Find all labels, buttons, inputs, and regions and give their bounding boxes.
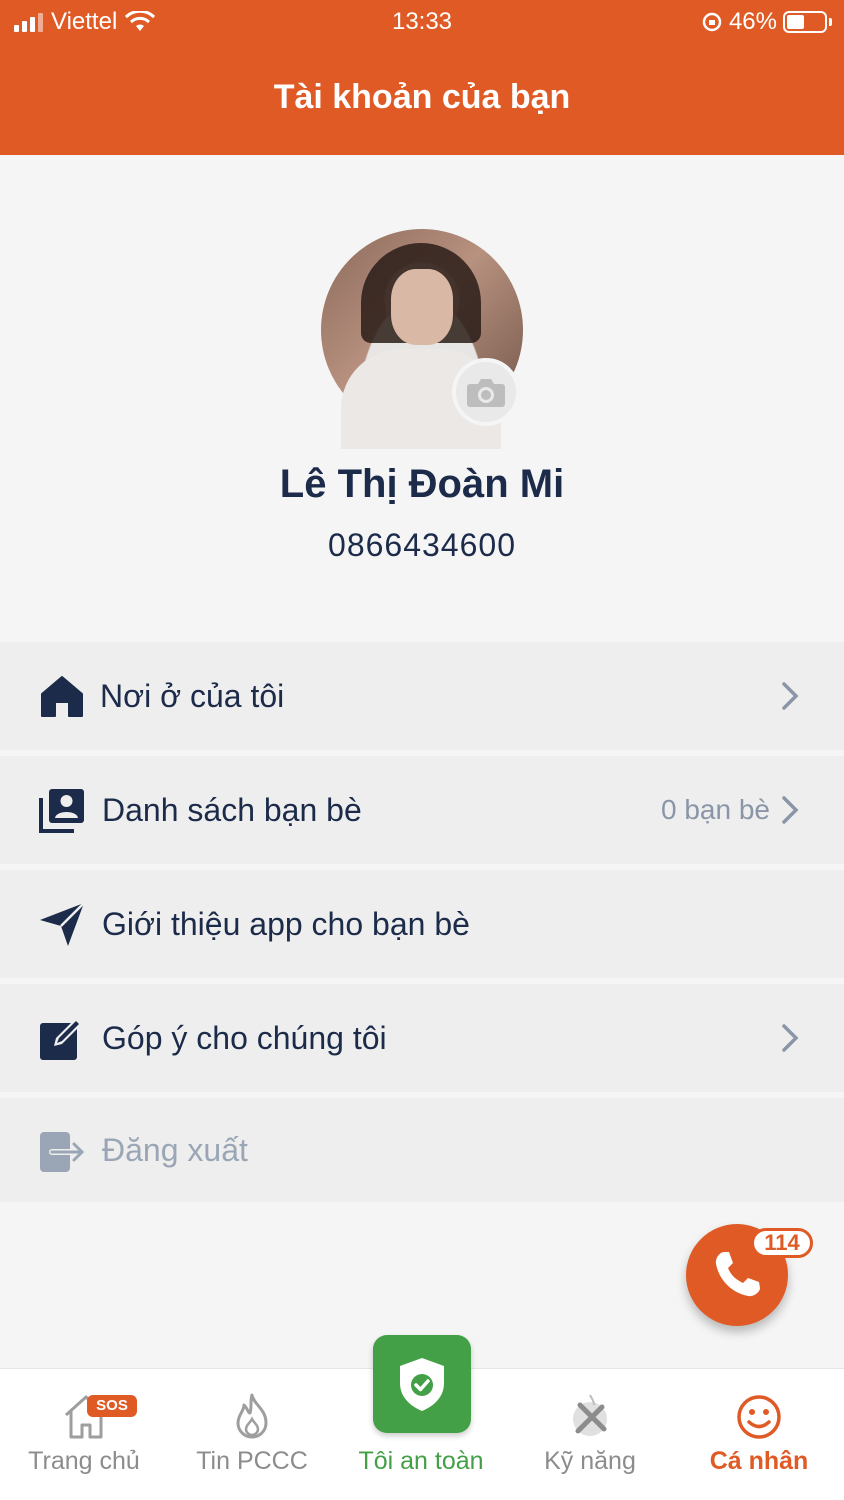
battery-icon	[783, 11, 827, 33]
status-right: 46%	[701, 8, 832, 36]
nav-item-home[interactable]: SOS Trang chủ	[0, 1369, 168, 1500]
shield-check-icon	[400, 1358, 444, 1411]
menu-item-residence[interactable]: Nơi ở của tôi	[0, 642, 844, 750]
page-title: Tài khoản của bạn	[273, 78, 571, 116]
avatar-container	[321, 229, 523, 449]
rotation-lock-icon	[702, 12, 722, 32]
battery-percent: 46%	[728, 8, 777, 35]
menu-label: Nơi ở của tôi	[100, 677, 285, 714]
status-bar: Viettel 13:33 46%	[0, 0, 844, 44]
profile-name: Lê Thị Đoàn Mi	[279, 462, 565, 506]
sos-badge: SOS	[87, 1395, 137, 1417]
phone-icon	[715, 1252, 760, 1297]
nav-label: Kỹ năng	[544, 1447, 636, 1475]
fire-icon	[236, 1393, 268, 1439]
battery-tip	[829, 18, 832, 26]
friend-count: 0 bạn bè	[661, 794, 770, 825]
app-header: Viettel 13:33 46% Tài khoản của bạn	[0, 0, 844, 155]
camera-icon	[467, 379, 505, 407]
avatar-face	[391, 269, 453, 345]
profile-phone: 0866434600	[328, 527, 516, 563]
edit-icon	[40, 1018, 82, 1060]
menu-label: Danh sách bạn bè	[102, 791, 362, 828]
send-icon	[40, 902, 85, 946]
smiley-icon	[737, 1395, 781, 1439]
contacts-icon	[39, 789, 84, 833]
chevron-right-icon	[782, 1024, 799, 1052]
menu-item-feedback[interactable]: Góp ý cho chúng tôi	[0, 984, 844, 1092]
menu-item-logout[interactable]: Đăng xuất	[0, 1098, 844, 1202]
nav-item-personal[interactable]: Cá nhân	[675, 1369, 843, 1500]
call-number-badge: 114	[751, 1228, 813, 1258]
menu-label: Đăng xuất	[102, 1131, 248, 1168]
nav-label: Tin PCCC	[196, 1447, 308, 1475]
change-photo-button[interactable]	[452, 358, 520, 426]
nav-item-skills[interactable]: Kỹ năng	[506, 1369, 674, 1500]
menu-item-friends[interactable]: Danh sách bạn bè 0 bạn bè	[0, 756, 844, 864]
chevron-right-icon	[782, 682, 799, 710]
home-icon	[41, 676, 83, 717]
tools-icon	[573, 1394, 607, 1436]
nav-label: Trang chủ	[28, 1447, 140, 1475]
nav-label: Cá nhân	[709, 1447, 809, 1475]
menu-item-share-app[interactable]: Giới thiệu app cho bạn bè	[0, 870, 844, 978]
nav-item-fire-news[interactable]: Tin PCCC	[168, 1369, 336, 1500]
chevron-right-icon	[782, 796, 799, 824]
menu-label: Góp ý cho chúng tôi	[102, 1019, 387, 1056]
logout-icon	[40, 1132, 86, 1172]
menu-label: Giới thiệu app cho bạn bè	[102, 905, 470, 942]
i-am-safe-button[interactable]	[373, 1335, 471, 1433]
nav-label: Tôi an toàn	[358, 1447, 484, 1475]
